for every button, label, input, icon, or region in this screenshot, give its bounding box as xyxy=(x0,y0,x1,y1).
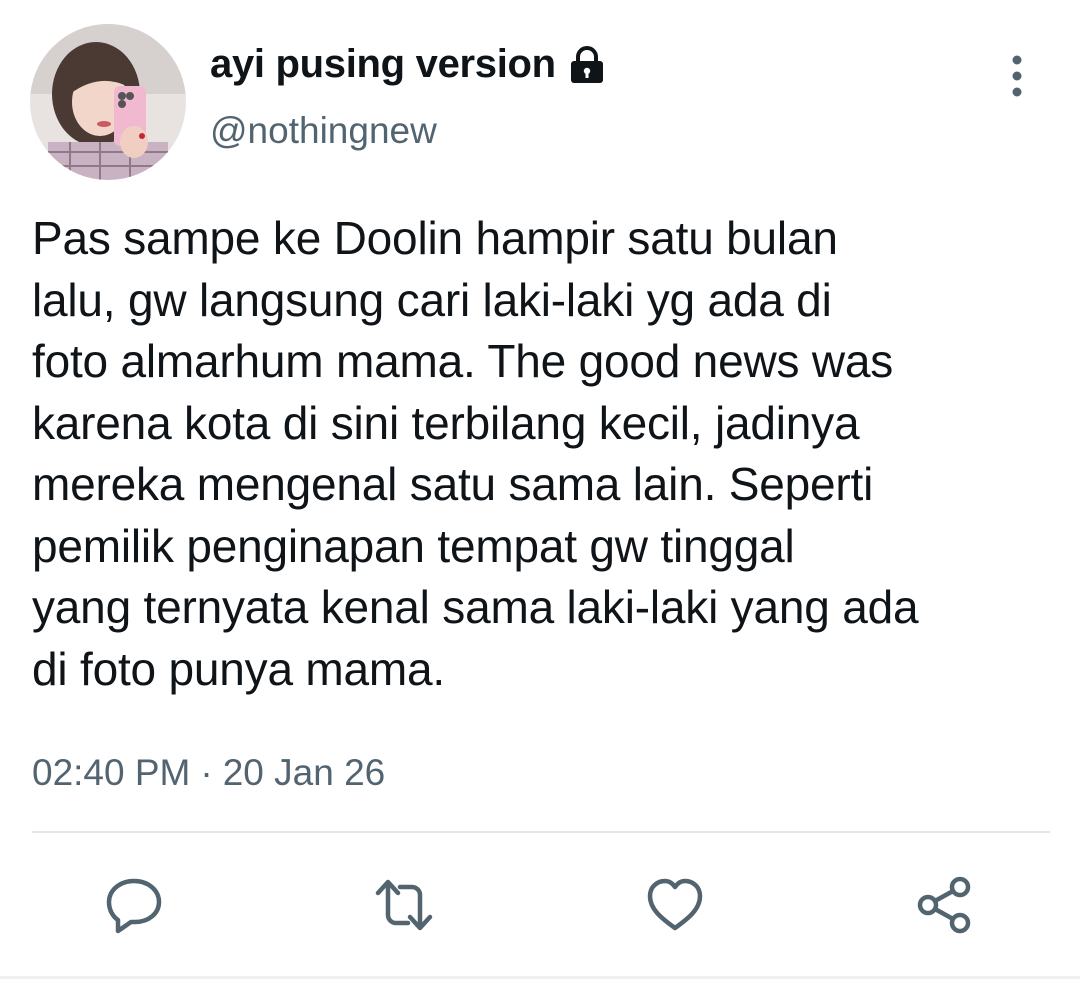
retweet-icon[interactable] xyxy=(374,875,434,935)
reply-icon[interactable] xyxy=(104,875,164,935)
avatar[interactable] xyxy=(30,24,186,180)
more-vertical-icon[interactable] xyxy=(995,52,1039,100)
like-icon[interactable] xyxy=(645,875,705,935)
tweet-text-line: karena kota di sini terbilang kecil, jad… xyxy=(32,396,860,449)
user-handle[interactable]: @nothingnew xyxy=(210,110,437,152)
divider xyxy=(32,831,1050,833)
avatar-image xyxy=(30,24,186,180)
tweet-text: Pas sampe ke Doolin hampir satu bulan la… xyxy=(32,208,1062,700)
tweet-text-line: mereka mengenal satu sama lain. Seperti xyxy=(32,458,874,510)
display-name-text: ayi pusing version xyxy=(210,42,556,86)
lock-icon xyxy=(566,44,608,86)
tweet-text-line: lalu, gw langsung cari laki-laki yg ada … xyxy=(32,273,832,326)
tweet-timestamp[interactable]: 02:40 PM · 20 Jan 26 xyxy=(32,752,385,794)
tweet-text-line: Pas sampe ke Doolin hampir satu bulan xyxy=(32,212,838,264)
tweet-text-line: pemilik penginapan tempat gw tinggal xyxy=(32,519,795,572)
tweet-time: 02:40 PM xyxy=(32,752,191,793)
tweet-text-line: di foto punya mama. xyxy=(32,642,445,695)
tweet-text-line: yang ternyata kenal sama laki-laki yang … xyxy=(32,581,919,633)
tweet-text-line: foto almarhum mama. The good news was xyxy=(32,335,894,387)
display-name[interactable]: ayi pusing version xyxy=(210,42,608,87)
share-icon[interactable] xyxy=(914,875,974,935)
tweet-date: 20 Jan 26 xyxy=(222,752,386,793)
meta-separator: · xyxy=(200,752,213,793)
bottom-divider xyxy=(0,976,1080,979)
